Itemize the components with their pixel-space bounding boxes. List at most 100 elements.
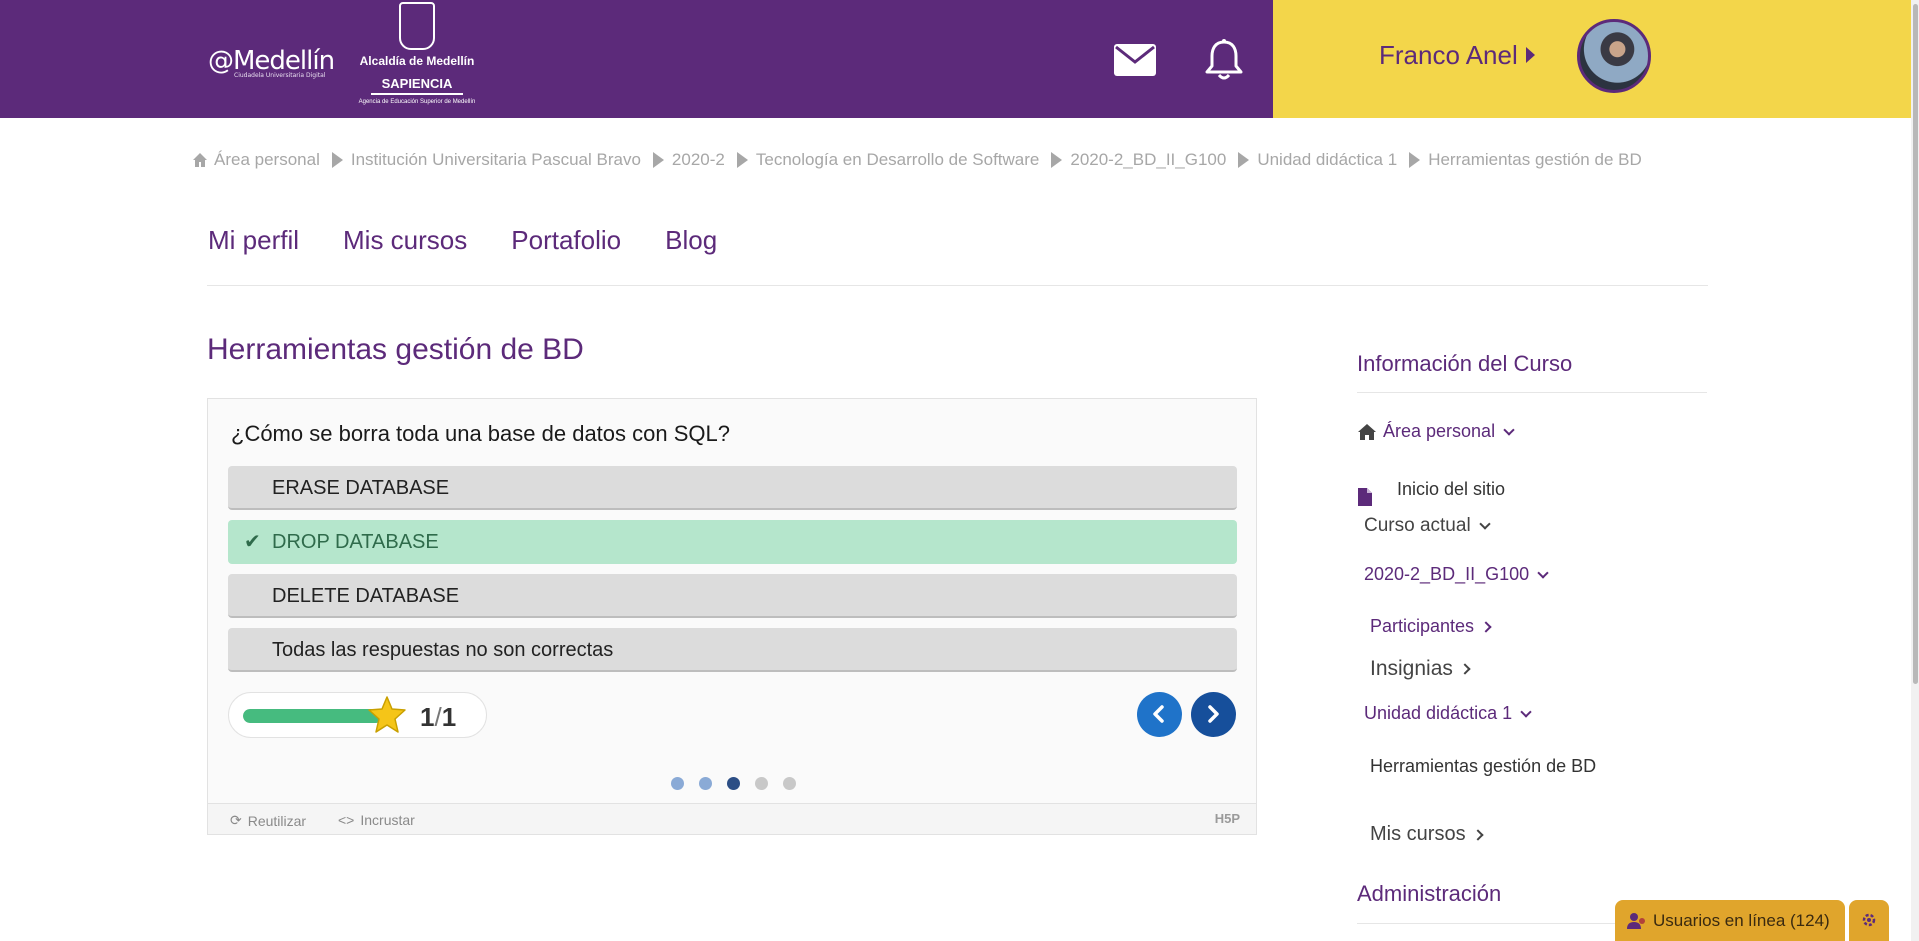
breadcrumb-separator-icon: [331, 152, 343, 168]
logo-sapiencia-subtext: Agencia de Educación Superior de Medellí…: [358, 99, 476, 105]
sidebar-item-label: Unidad didáctica 1: [1364, 703, 1513, 723]
sidebar-item-label: Participantes: [1370, 616, 1475, 636]
answer-label: Todas las respuestas no son correctas: [272, 639, 614, 661]
divider: [207, 285, 1708, 286]
logo-sapiencia-text: SAPIENCIA: [371, 76, 463, 95]
bell-icon[interactable]: [1204, 38, 1244, 82]
answer-option[interactable]: Todas las respuestas no son correctas: [228, 628, 1237, 672]
score-value: 1: [420, 702, 435, 732]
page-title: Herramientas gestión de BD: [207, 333, 584, 366]
chevron-down-icon: [1537, 566, 1549, 579]
quiz-question: ¿Cómo se borra toda una base de datos co…: [231, 421, 730, 446]
reuse-label: Reutilizar: [247, 812, 307, 829]
slide-dot-current[interactable]: [727, 777, 740, 790]
score-slash: /: [434, 702, 442, 732]
online-users-label: Usuarios en línea (124): [1653, 910, 1830, 930]
header-purple-band: [0, 0, 1273, 118]
answer-option[interactable]: ERASE DATABASE: [228, 466, 1237, 510]
user-menu-name[interactable]: Franco Anel: [1379, 40, 1518, 71]
embed-label: Incrustar: [360, 812, 415, 828]
refresh-icon: ⟳: [230, 812, 242, 828]
answer-option[interactable]: DELETE DATABASE: [228, 574, 1237, 618]
home-icon: [193, 153, 207, 167]
slide-dot[interactable]: [783, 777, 796, 790]
sidebar-item-participantes[interactable]: Participantes: [1370, 616, 1492, 637]
avatar[interactable]: [1577, 19, 1651, 93]
breadcrumb-item[interactable]: Institución Universitaria Pascual Bravo: [351, 150, 641, 170]
home-icon: [1358, 423, 1376, 440]
logo-medellin-subtext: Ciudadela Universitaria Digital: [234, 72, 326, 79]
breadcrumb: Área personal Institución Universitaria …: [192, 150, 1642, 170]
page: @Medellín Ciudadela Universitaria Digita…: [0, 0, 1919, 941]
sidebar-item-inicio-del-sitio[interactable]: Inicio del sitio: [1357, 471, 1505, 507]
divider: [1357, 392, 1707, 393]
next-button[interactable]: [1191, 692, 1236, 737]
breadcrumb-separator-icon: [736, 152, 748, 168]
h5p-quiz: ¿Cómo se borra toda una base de datos co…: [207, 398, 1257, 835]
score-bar: 1/1: [228, 692, 487, 738]
breadcrumb-separator-icon: [1238, 152, 1250, 168]
score-text: 1/1: [420, 702, 456, 733]
scrollbar-thumb[interactable]: [1913, 4, 1918, 684]
reuse-button[interactable]: ⟳ Reutilizar: [230, 812, 306, 829]
chevron-down-icon: [1479, 518, 1491, 530]
users-icon: [1627, 912, 1645, 929]
tab-portafolio[interactable]: Portafolio: [511, 225, 621, 256]
file-icon: [1358, 488, 1372, 506]
sidebar-item-mis-cursos[interactable]: Mis cursos: [1370, 823, 1484, 846]
chevron-left-icon: [1153, 705, 1164, 723]
sidebar-item-label: Inicio del sitio: [1397, 478, 1506, 499]
breadcrumb-item[interactable]: Tecnología en Desarrollo de Software: [756, 150, 1040, 170]
breadcrumb-item[interactable]: 2020-2_BD_II_G100: [1070, 150, 1226, 170]
answer-list: ERASE DATABASE ✔ DROP DATABASE DELETE DA…: [228, 466, 1237, 682]
sidebar-item-activity[interactable]: Herramientas gestión de BD: [1370, 756, 1596, 777]
logo-alcaldia-text: Alcaldía de Medellín: [359, 54, 475, 68]
h5p-logo[interactable]: H5P: [1215, 811, 1240, 826]
sidebar-admin-title: Administración: [1357, 881, 1502, 906]
slide-dot[interactable]: [755, 777, 768, 790]
mail-icon[interactable]: [1114, 44, 1156, 76]
tab-mis-cursos[interactable]: Mis cursos: [343, 225, 467, 256]
sidebar-title: Información del Curso: [1357, 351, 1573, 376]
progress-track: [243, 709, 383, 723]
sidebar-item-label: Curso actual: [1364, 515, 1471, 536]
sidebar-item-insignias[interactable]: Insignias: [1370, 657, 1471, 681]
sidebar-item-label: Herramientas gestión de BD: [1370, 756, 1597, 776]
tab-blog[interactable]: Blog: [665, 225, 717, 256]
breadcrumb-separator-icon: [1409, 152, 1421, 168]
chevron-down-icon: [1503, 423, 1515, 436]
answer-label: DROP DATABASE: [272, 531, 439, 553]
logo-medellin[interactable]: @Medellín Ciudadela Universitaria Digita…: [208, 46, 335, 79]
slide-dots: [671, 777, 796, 790]
answer-option-correct[interactable]: ✔ DROP DATABASE: [228, 520, 1237, 564]
sidebar-item-unidad[interactable]: Unidad didáctica 1: [1364, 703, 1532, 724]
slide-dot[interactable]: [671, 777, 684, 790]
sidebar-item-curso-actual[interactable]: Curso actual: [1364, 515, 1491, 537]
breadcrumb-item[interactable]: Unidad didáctica 1: [1257, 150, 1397, 170]
answer-label: ERASE DATABASE: [272, 477, 450, 499]
sidebar-item-area-personal[interactable]: Área personal: [1357, 421, 1515, 442]
gear-icon: [1862, 913, 1876, 927]
previous-button[interactable]: [1137, 692, 1182, 737]
progress-fill: [243, 709, 383, 723]
online-settings-button[interactable]: [1849, 900, 1889, 941]
sidebar-item-label: Área personal: [1383, 421, 1496, 441]
caret-right-icon[interactable]: [1526, 47, 1535, 63]
breadcrumb-item-current[interactable]: Herramientas gestión de BD: [1428, 150, 1642, 170]
profile-tabs: Mi perfil Mis cursos Portafolio Blog: [208, 225, 717, 256]
sidebar-item-label: Insignias: [1370, 657, 1453, 680]
chevron-right-icon: [1480, 620, 1492, 633]
score-max: 1: [441, 702, 457, 732]
check-icon: ✔: [244, 531, 261, 553]
logo-alcaldia[interactable]: Alcaldía de Medellín SAPIENCIA Agencia d…: [352, 2, 482, 106]
online-users-button[interactable]: Usuarios en línea (124): [1615, 900, 1845, 941]
breadcrumb-item[interactable]: Área personal: [214, 150, 320, 170]
sidebar-item-course[interactable]: 2020-2_BD_II_G100: [1364, 564, 1549, 585]
header: @Medellín Ciudadela Universitaria Digita…: [0, 0, 1919, 118]
slide-dot[interactable]: [699, 777, 712, 790]
chevron-down-icon: [1520, 705, 1532, 718]
breadcrumb-item[interactable]: 2020-2: [672, 150, 725, 170]
tab-mi-perfil[interactable]: Mi perfil: [208, 225, 299, 256]
embed-button[interactable]: <> Incrustar: [338, 812, 415, 828]
answer-label: DELETE DATABASE: [272, 585, 460, 607]
